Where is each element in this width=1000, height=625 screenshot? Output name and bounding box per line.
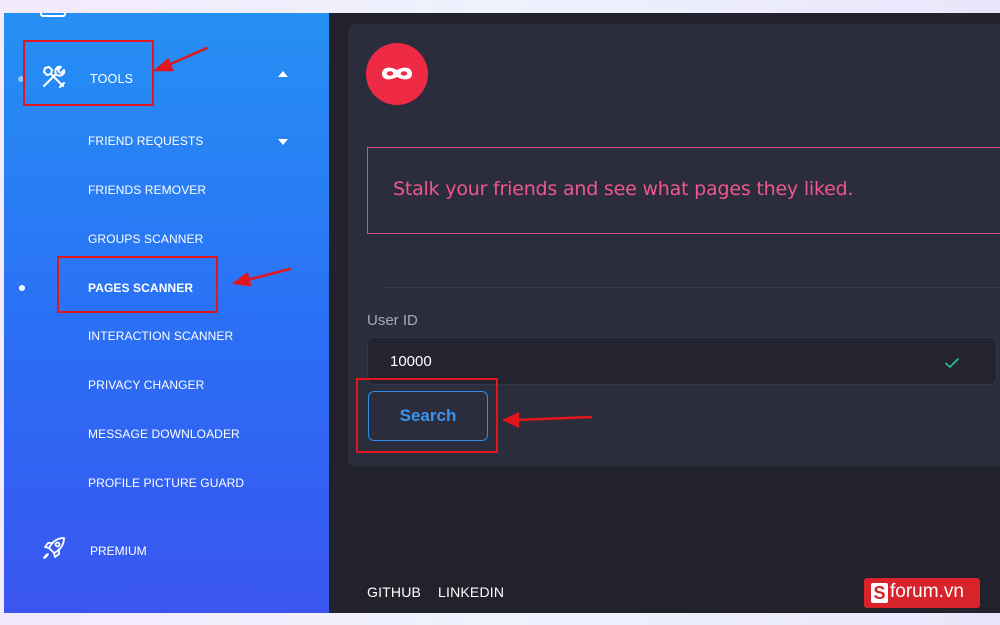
arrow-head xyxy=(231,271,252,287)
annotation-arrows xyxy=(152,46,593,428)
watermark-text: forum.vn xyxy=(890,581,964,602)
arrow-head xyxy=(152,57,174,72)
arrow-head xyxy=(502,412,520,428)
watermark-logo: S forum.vn xyxy=(864,578,980,608)
watermark-letter: S xyxy=(871,583,888,603)
